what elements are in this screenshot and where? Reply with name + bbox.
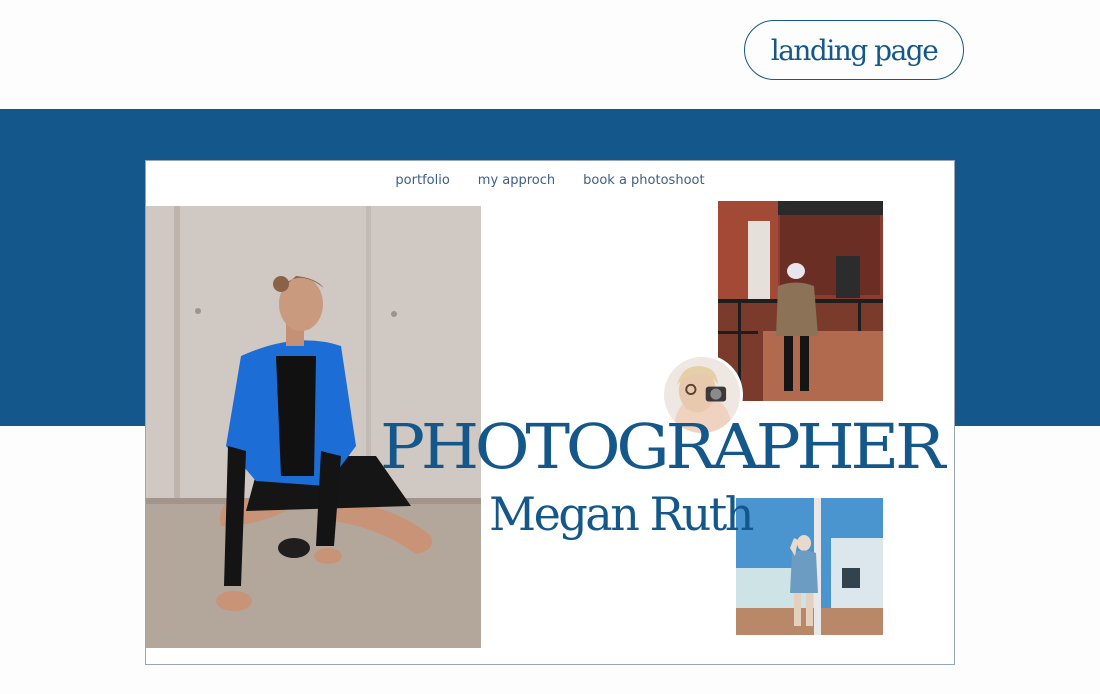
- hero-title: PHOTOGRAPHER: [380, 410, 945, 483]
- nav-item-book-a-photoshoot[interactable]: book a photoshoot: [583, 173, 704, 188]
- nav-item-portfolio[interactable]: portfolio: [395, 173, 449, 188]
- gallery-photo-denim-outfit: [736, 498, 883, 635]
- website-mockup-frame: portfolio my approch book a photoshoot P…: [145, 160, 955, 665]
- landing-page-badge-label: landing page: [770, 33, 939, 67]
- landing-page-badge: landing page: [744, 20, 964, 80]
- gallery-photo-fur-coat: [718, 201, 883, 401]
- photographer-name: Megan Ruth: [489, 487, 754, 541]
- nav-item-my-approach[interactable]: my approch: [478, 173, 555, 188]
- top-navigation: portfolio my approch book a photoshoot: [146, 173, 954, 188]
